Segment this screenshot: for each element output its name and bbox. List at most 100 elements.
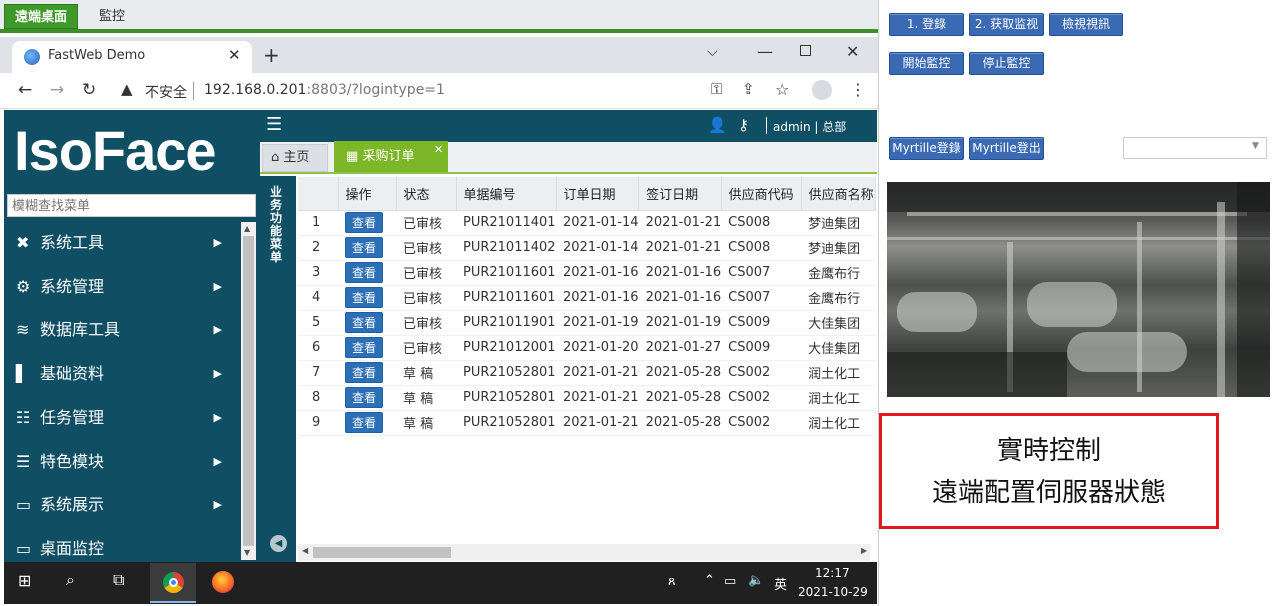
table-row[interactable]: 1 查看 已审核 PUR21011401 2021-01-14 2021-01-21 CS0… [298,210,876,236]
back-arrow-icon[interactable]: ← [18,80,32,100]
insecure-label[interactable]: 不安全 [145,82,187,102]
tab-home[interactable]: ⌂ 主页 [262,144,328,172]
view-button[interactable]: 查看 [345,362,383,383]
view-button[interactable]: 查看 [345,212,383,233]
url-field[interactable]: 192.168.0.201:8803/?logintype=1 [204,82,445,98]
get-monitor-button[interactable]: 2. 获取监视 [969,13,1044,36]
scroll-up-icon[interactable]: ▲ [244,224,250,233]
tree-panel-label[interactable]: 业务功能菜单 [270,186,288,264]
hamburger-icon[interactable]: ☰ [266,114,282,135]
column-header[interactable]: 签订日期 [638,177,722,211]
user-label[interactable]: admin | 总部 [773,118,846,135]
view-button[interactable]: 查看 [345,412,383,433]
column-header[interactable]: 订单日期 [556,177,640,211]
ime-indicator[interactable]: 英 [774,574,787,593]
sidebar-item[interactable]: ▭ 系统展示 ▶ [16,490,222,520]
sidebar-item-label: 桌面监控 [40,538,105,558]
dropdown-arrow-icon[interactable]: ▼ [1252,141,1259,151]
minimize-icon[interactable]: — [757,42,773,61]
horizontal-scroll-thumb[interactable] [313,547,451,558]
sidebar-item[interactable]: ☰ 特色模块 ▶ [16,447,222,477]
forward-arrow-icon[interactable]: → [50,80,64,100]
sidebar-item[interactable]: ▌ 基础资料 ▶ [16,359,222,389]
task-view-icon[interactable]: ⧉ [113,570,124,590]
windows-start-icon[interactable]: ⊞ [18,571,31,590]
view-button[interactable]: 查看 [345,387,383,408]
table-row[interactable]: 5 查看 已审核 PUR21011901 2021-01-19 2021-01-19 CS0… [298,310,876,336]
cell-no: PUR21011601 [456,285,556,311]
column-header[interactable]: 供应商代码 [721,177,802,211]
more-menu-icon[interactable]: ⋮ [850,80,866,99]
table-row[interactable]: 9 查看草 稿 PUR21052801 2021-01-21 2021-05-28 CS0… [298,410,876,436]
restore-icon[interactable] [800,45,811,56]
sidebar-item[interactable]: ≋ 数据库工具 ▶ [16,315,222,345]
view-button[interactable]: 查看 [345,237,383,258]
sidebar-item[interactable]: ⚙ 系统管理 ▶ [16,272,222,302]
action-cell: 查看 [338,310,396,336]
tab-monitor[interactable]: 監控 [90,4,134,29]
sidebar-item[interactable]: ☷ 任务管理 ▶ [16,403,222,433]
clock-date[interactable]: 2021-10-29 [798,585,868,599]
start-monitor-button[interactable]: 開始監控 [889,52,964,75]
star-icon[interactable]: ☆ [775,80,789,99]
divider [766,117,767,134]
table-row[interactable]: 4 查看 已审核 PUR21011601 2021-01-16 2021-01-16 CS0… [298,285,876,311]
key-icon[interactable]: ⚷ [738,116,749,134]
column-header[interactable]: 操作 [338,177,397,211]
network-icon[interactable]: ▭ [724,574,736,589]
window-close-icon[interactable]: ✕ [846,42,859,61]
column-header[interactable]: 状态 [396,177,457,211]
sidebar-item-label: 特色模块 [40,451,105,471]
menu-search-input[interactable] [7,194,256,217]
view-button[interactable]: 查看 [345,337,383,358]
table-row[interactable]: 6 查看 已审核 PUR21012001 2021-01-20 2021-01-27 CS0… [298,335,876,361]
caret-right-icon: ▶ [213,279,222,293]
table-row[interactable]: 8 查看草 稿 PUR21052801 2021-01-21 2021-05-28 CS0… [298,385,876,411]
myrtille-login-button[interactable]: Myrtille登錄 [889,137,964,160]
column-header[interactable]: 单据编号 [456,177,557,211]
stop-monitor-button[interactable]: 停止監控 [969,52,1044,75]
sidebar-item[interactable]: ✖ 系统工具 ▶ [16,228,222,258]
user-icon[interactable]: 👤 [708,116,727,134]
scroll-down-icon[interactable]: ▼ [244,548,250,557]
login-button[interactable]: 1. 登錄 [889,13,964,36]
profile-icon[interactable] [812,80,832,100]
chevron-up-icon[interactable]: ⌃ [704,573,715,588]
volume-icon[interactable]: 🔈 [748,573,764,588]
cell-status: 已审核 [396,310,456,336]
scroll-left-icon[interactable]: ◀ [302,546,308,555]
gear-icon: ⚙ [16,276,31,296]
share-icon[interactable]: ⇪ [742,80,755,98]
close-icon[interactable]: ✕ [434,143,443,156]
firefox-icon[interactable] [212,571,234,593]
table-row[interactable]: 7 查看草 稿 PUR21052801 2021-01-21 2021-05-28 CS0… [298,360,876,386]
new-tab-icon[interactable]: + [263,43,280,67]
collapse-icon[interactable]: ◀ [270,535,287,552]
scroll-right-icon[interactable]: ▶ [861,546,867,555]
chrome-icon-core [169,578,178,587]
people-icon[interactable]: ጸ [668,574,676,589]
column-header[interactable]: 供应商名称 [801,177,876,211]
warning-icon[interactable]: ▲ [121,80,133,98]
chevron-down-icon[interactable]: ⌵ [707,44,718,60]
row-number: 4 [298,285,338,311]
myrtille-logout-button[interactable]: Myrtille登出 [969,137,1044,160]
table-row[interactable]: 3 查看 已审核 PUR21011601 2021-01-16 2021-01-16 CS0… [298,260,876,286]
view-button[interactable]: 查看 [345,262,383,283]
tab-remote-desktop[interactable]: 遠端桌面 [4,4,78,29]
clock-time[interactable]: 12:17 [815,566,850,580]
view-video-button[interactable]: 檢視視訊 [1049,13,1123,36]
search-icon[interactable]: ⌕ [66,570,75,590]
session-select[interactable] [1123,137,1267,159]
close-icon[interactable]: ✕ [228,46,241,64]
sidebar-scroll-thumb[interactable] [243,236,254,546]
sidebar-item[interactable]: ▭ 桌面监控 [16,534,222,564]
tab-purchase-order[interactable]: ▦ 采购订单 [334,141,448,172]
cell-code: CS008 [721,210,802,236]
key-icon[interactable]: ⚿ [711,80,722,98]
cell-sign_date: 2021-01-16 [638,285,722,311]
reload-icon[interactable]: ↻ [82,80,96,100]
table-row[interactable]: 2 查看 已审核 PUR21011402 2021-01-14 2021-01-21 CS0… [298,235,876,261]
view-button[interactable]: 查看 [345,287,383,308]
view-button[interactable]: 查看 [345,312,383,333]
